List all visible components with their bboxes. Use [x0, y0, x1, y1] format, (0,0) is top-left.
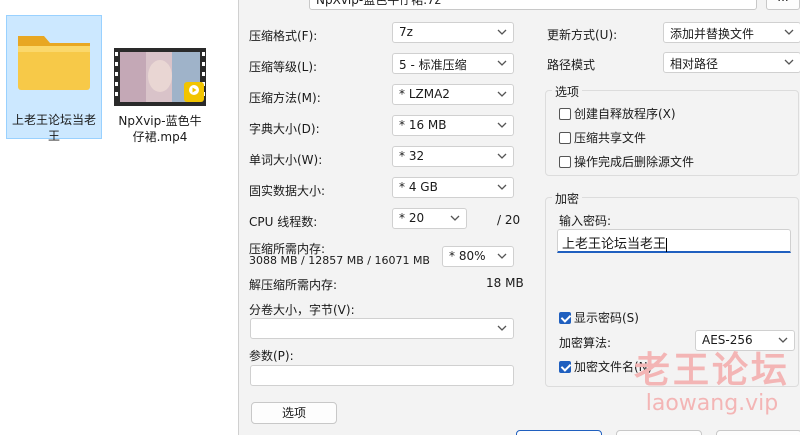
archive-name-field[interactable]: NpXvip-蓝色牛仔裙.7z — [309, 0, 757, 10]
chevron-down-icon — [784, 29, 794, 35]
sfx-checkbox[interactable]: 创建自释放程序(X) — [559, 105, 676, 122]
path-label: 路径模式 — [547, 58, 596, 72]
chevron-down-icon — [778, 337, 788, 343]
folder-item[interactable]: 上老王论坛当老王 — [6, 15, 102, 143]
watermark: 老王论坛 laowang.vip — [628, 350, 796, 416]
options-group-title: 选项 — [552, 83, 583, 100]
cpu-label: CPU 线程数: — [249, 215, 318, 229]
options-button[interactable]: 选项 — [251, 402, 337, 424]
chevron-down-icon — [497, 153, 507, 159]
checkbox-icon — [559, 107, 571, 120]
update-label: 更新方式(U): — [547, 28, 618, 42]
sfx-label: 创建自释放程序(X) — [574, 107, 676, 121]
show-password-label: 显示密码(S) — [574, 311, 639, 325]
path-value: 相对路径 — [670, 57, 719, 71]
chevron-down-icon — [497, 122, 507, 128]
format-select[interactable]: 7z — [392, 22, 514, 43]
chevron-down-icon — [497, 253, 507, 259]
delete-after-label: 操作完成后删除源文件 — [574, 155, 695, 169]
params-input[interactable] — [250, 365, 514, 386]
cpu-select[interactable]: * 20 — [392, 208, 467, 229]
level-label: 压缩等级(L): — [249, 60, 318, 74]
folder-label: 上老王论坛当老王 — [11, 113, 96, 143]
mem-comp-value: 3088 MB / 12857 MB / 16071 MB — [249, 254, 430, 267]
chevron-down-icon — [497, 325, 507, 331]
solid-select[interactable]: * 4 GB — [392, 177, 514, 198]
level-select[interactable]: 5 - 标准压缩 — [392, 53, 514, 74]
watermark-title: 老王论坛 — [633, 350, 790, 391]
update-value: 添加并替换文件 — [670, 27, 755, 41]
dict-label: 字典大小(D): — [249, 122, 320, 136]
chevron-down-icon — [784, 59, 794, 65]
password-value: 上老王论坛当老王 — [562, 237, 667, 252]
chevron-down-icon — [497, 184, 507, 190]
format-label: 压缩格式(F): — [249, 29, 318, 43]
enc-method-value: AES-256 — [702, 333, 753, 347]
checkbox-checked-icon — [559, 360, 571, 373]
solid-value: * 4 GB — [399, 180, 438, 194]
desktop-area: 上老王论坛当老王 NpXvip-蓝色牛仔裙.mp4 — [0, 0, 238, 435]
path-select[interactable]: 相对路径 — [663, 52, 800, 73]
checkbox-icon — [559, 131, 571, 144]
password-input[interactable]: 上老王论坛当老王 — [557, 229, 791, 253]
method-label: 压缩方法(M): — [249, 91, 321, 105]
show-password-checkbox[interactable]: 显示密码(S) — [559, 309, 639, 326]
video-file-item[interactable]: NpXvip-蓝色牛仔裙.mp4 — [112, 44, 208, 144]
cpu-value: * 20 — [399, 211, 425, 225]
checkbox-icon — [559, 155, 571, 168]
cpu-max: / 20 — [497, 213, 521, 227]
help-button[interactable] — [716, 430, 800, 435]
checkbox-checked-icon — [559, 311, 571, 324]
chevron-down-icon — [497, 91, 507, 97]
dict-value: * 16 MB — [399, 118, 447, 132]
mem-percent-value: * 80% — [449, 249, 486, 263]
shared-files-checkbox[interactable]: 压缩共享文件 — [559, 129, 646, 146]
mem-decomp-value: 18 MB — [486, 276, 524, 290]
ok-button[interactable] — [516, 430, 602, 435]
video-file-label: NpXvip-蓝色牛仔裙.mp4 — [118, 114, 202, 144]
delete-after-checkbox[interactable]: 操作完成后删除源文件 — [559, 153, 694, 170]
mem-percent-select[interactable]: * 80% — [442, 246, 514, 267]
solid-label: 固实数据大小: — [249, 184, 326, 198]
chevron-down-icon — [450, 215, 460, 221]
word-select[interactable]: * 32 — [392, 146, 514, 167]
params-label: 参数(P): — [249, 349, 294, 363]
word-value: * 32 — [399, 149, 425, 163]
chevron-down-icon — [497, 29, 507, 35]
text-caret — [666, 237, 668, 252]
method-select[interactable]: * LZMA2 — [392, 84, 514, 105]
update-select[interactable]: 添加并替换文件 — [663, 22, 800, 43]
split-label: 分卷大小，字节(V): — [249, 303, 355, 317]
mem-decomp-label: 解压缩所需内存: — [249, 278, 338, 292]
enc-method-label: 加密算法: — [559, 336, 612, 350]
browse-button[interactable]: ... — [766, 0, 800, 10]
folder-icon — [18, 36, 90, 90]
split-select[interactable] — [250, 318, 514, 339]
cancel-button[interactable] — [616, 430, 702, 435]
watermark-site: laowang.vip — [645, 391, 779, 416]
shared-files-label: 压缩共享文件 — [574, 131, 647, 145]
method-value: * LZMA2 — [399, 87, 450, 101]
password-label: 输入密码: — [559, 214, 612, 228]
level-value: 5 - 标准压缩 — [399, 58, 467, 72]
encryption-group-title: 加密 — [552, 190, 583, 207]
word-label: 单词大小(W): — [249, 153, 323, 167]
dict-select[interactable]: * 16 MB — [392, 115, 514, 136]
format-value: 7z — [399, 25, 413, 39]
chevron-down-icon — [497, 60, 507, 66]
video-thumbnail-icon — [114, 48, 206, 106]
enc-method-select[interactable]: AES-256 — [695, 330, 795, 351]
